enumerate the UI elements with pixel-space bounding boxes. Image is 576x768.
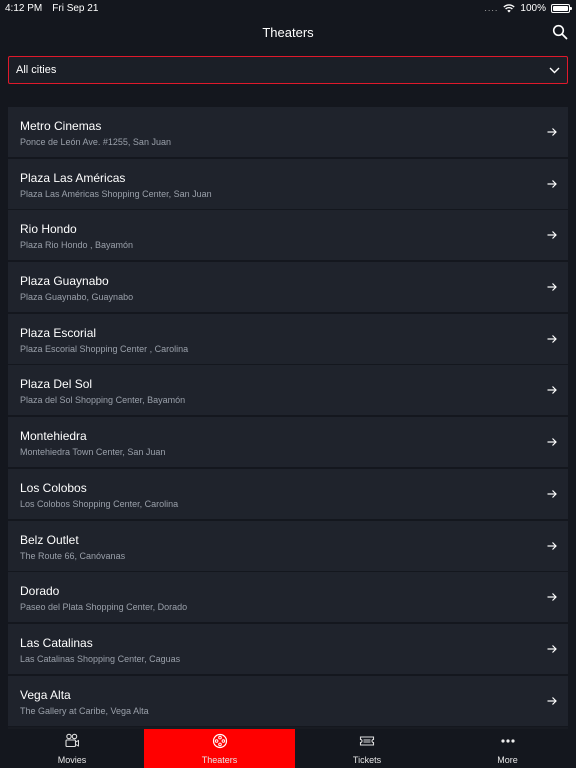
theater-name: Belz Outlet — [20, 532, 79, 547]
theater-name: Las Catalinas — [20, 635, 93, 650]
arrow-right-icon[interactable] — [546, 333, 558, 345]
tab-tickets-label: Tickets — [352, 755, 382, 765]
theater-address: Plaza del Sol Shopping Center, Bayamón — [20, 395, 186, 406]
theater-row[interactable]: Belz Outlet The Route 66, Canóvanas — [8, 520, 568, 571]
chevron-down-icon — [549, 67, 560, 73]
theater-address: Las Catalinas Shopping Center, Caguas — [20, 653, 181, 664]
page-title: Theaters — [262, 24, 314, 40]
theater-row[interactable]: Dorado Paseo del Plata Shopping Center, D… — [8, 572, 568, 623]
theater-list[interactable]: Metro Cinemas Ponce de León Ave. #1255, S… — [8, 107, 568, 730]
theater-name: Plaza Del Sol — [20, 377, 93, 392]
theater-row[interactable]: Plaza Las Américas Plaza Las Américas Sho… — [8, 158, 568, 209]
movie-camera-icon — [65, 733, 79, 748]
battery-icon — [551, 3, 572, 13]
theater-address: Plaza Las Américas Shopping Center, San … — [20, 188, 212, 199]
film-reel-icon — [212, 733, 227, 749]
arrow-right-icon[interactable] — [546, 178, 558, 190]
tab-tickets[interactable]: Tickets — [295, 729, 439, 768]
tab-bar: Movies Theaters Tickets More — [0, 729, 576, 768]
arrow-right-icon[interactable] — [546, 229, 558, 241]
tab-theaters[interactable]: Theaters — [144, 729, 295, 768]
theater-row[interactable]: Plaza Del Sol Plaza del Sol Shopping Cent… — [8, 365, 568, 416]
tab-more[interactable]: More — [439, 729, 576, 768]
theater-address: Paseo del Plata Shopping Center, Dorado — [20, 602, 188, 613]
arrow-right-icon[interactable] — [546, 126, 558, 138]
theater-address: Plaza Rio Hondo , Bayamón — [20, 240, 134, 251]
arrow-right-icon[interactable] — [546, 488, 558, 500]
theater-row[interactable]: Los Colobos Los Colobos Shopping Center, … — [8, 468, 568, 519]
theater-row[interactable]: Rio Hondo Plaza Rio Hondo , Bayamón — [8, 210, 568, 261]
theater-address: Los Colobos Shopping Center, Carolina — [20, 498, 179, 509]
theater-name: Plaza Guaynabo — [20, 274, 109, 289]
theater-name: Dorado — [20, 584, 60, 599]
city-filter-dropdown[interactable]: All cities — [8, 56, 568, 84]
search-icon[interactable] — [552, 24, 568, 40]
arrow-right-icon[interactable] — [546, 384, 558, 396]
wifi-icon — [503, 3, 516, 12]
theater-address: The Route 66, Canóvanas — [20, 550, 126, 561]
theater-name: Metro Cinemas — [20, 119, 102, 133]
theater-name: Montehiedra — [20, 429, 87, 444]
battery-percent: 100% — [520, 2, 546, 14]
city-filter-value: All cities — [16, 64, 57, 76]
theater-address: Ponce de León Ave. #1255, San Juan — [20, 137, 171, 147]
arrow-right-icon[interactable] — [546, 591, 558, 603]
signal-icon: .... — [484, 3, 499, 13]
arrow-right-icon[interactable] — [546, 695, 558, 707]
nav-header: Theaters — [0, 16, 576, 48]
theater-address: Montehiedra Town Center, San Juan — [20, 447, 166, 458]
theater-row[interactable]: Las Catalinas Las Catalinas Shopping Cent… — [8, 623, 568, 674]
theater-name: Vega Alta — [20, 687, 71, 702]
arrow-right-icon[interactable] — [546, 281, 558, 293]
theater-name: Rio Hondo — [20, 222, 77, 237]
arrow-right-icon[interactable] — [546, 436, 558, 448]
tab-theaters-label: Theaters — [201, 755, 238, 765]
status-date: Fri Sep 21 — [52, 2, 99, 14]
status-time: 4:12 PM — [5, 2, 43, 14]
theater-row[interactable]: Metro Cinemas Ponce de León Ave. #1255, S… — [8, 107, 568, 157]
theater-row[interactable]: Montehiedra Montehiedra Town Center, San … — [8, 417, 568, 468]
theater-address: Plaza Escorial Shopping Center , Carolin… — [20, 343, 189, 354]
arrow-right-icon[interactable] — [546, 643, 558, 655]
theater-row[interactable]: Plaza Guaynabo Plaza Guaynabo, Guaynabo — [8, 262, 568, 313]
theater-row[interactable]: Plaza Escorial Plaza Escorial Shopping Ce… — [8, 313, 568, 364]
status-bar: 4:12 PM Fri Sep 21 .... 100% — [0, 0, 576, 16]
theater-address: The Gallery at Caribe, Vega Alta — [20, 705, 149, 716]
tab-movies[interactable]: Movies — [0, 729, 144, 768]
more-dots-icon — [500, 739, 515, 743]
ticket-icon — [359, 736, 375, 746]
theater-row[interactable]: Vega Alta The Gallery at Caribe, Vega Alt… — [8, 675, 568, 726]
theater-name: Los Colobos — [20, 480, 87, 495]
theater-name: Plaza Las Américas — [20, 170, 126, 185]
tab-movies-label: Movies — [57, 755, 87, 765]
theater-address: Plaza Guaynabo, Guaynabo — [20, 292, 134, 303]
theater-name: Plaza Escorial — [20, 325, 97, 340]
tab-more-label: More — [497, 755, 518, 765]
arrow-right-icon[interactable] — [546, 540, 558, 552]
